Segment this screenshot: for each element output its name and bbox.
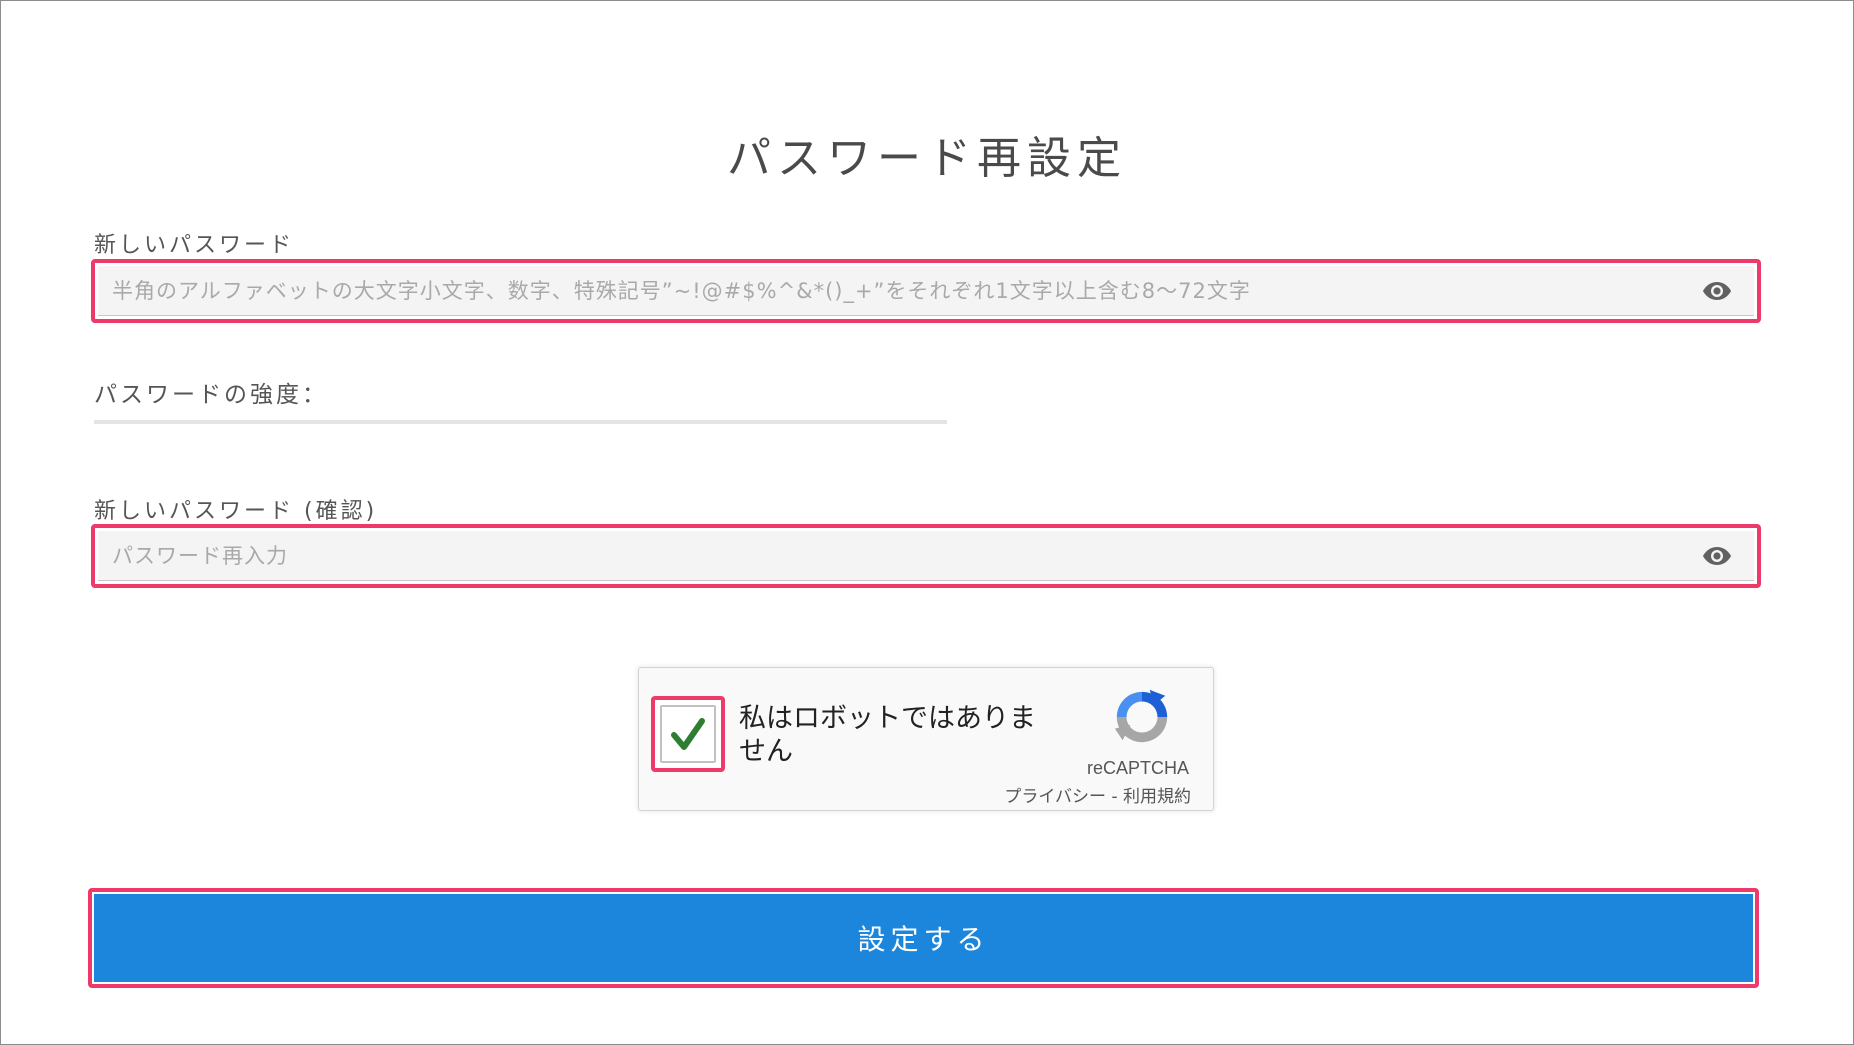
page-title: パスワード再設定 (727, 133, 1127, 185)
recaptcha-privacy-link[interactable]: プライバシー (1004, 787, 1106, 807)
recaptcha-brand: reCAPTCHA (1086, 758, 1189, 778)
submit-button[interactable]: 設定する (94, 894, 1753, 982)
password-strength-label: パスワードの強度： (94, 382, 328, 408)
confirm-password-field (91, 524, 1761, 588)
submit-button-highlight: 設定する (88, 888, 1759, 988)
recaptcha-checkbox[interactable] (660, 705, 716, 763)
new-password-field (91, 259, 1761, 323)
checkmark-icon (671, 718, 705, 750)
new-password-label: 新しいパスワード (94, 233, 295, 258)
password-strength-bar (94, 420, 947, 424)
recaptcha-widget: 私はロボットではありません reCAPTCHA プライバシー - 利用規約 (638, 667, 1214, 811)
page-frame: パスワード再設定 新しいパスワード パスワードの強度： 新しいパスワード (確認… (0, 0, 1854, 1045)
recaptcha-checkbox-highlight (651, 696, 725, 772)
recaptcha-label: 私はロボットではありません (739, 703, 1036, 767)
recaptcha-terms-link[interactable]: 利用規約 (1123, 787, 1191, 807)
eye-icon[interactable] (1702, 545, 1732, 567)
recaptcha-logo-icon (1114, 689, 1168, 743)
eye-icon[interactable] (1702, 280, 1732, 302)
new-password-input[interactable] (98, 266, 1658, 315)
confirm-password-input[interactable] (98, 531, 1658, 580)
confirm-password-label: 新しいパスワード (確認) (94, 499, 378, 524)
new-password-field-inner (98, 266, 1754, 316)
recaptcha-links: プライバシー - 利用規約 (1004, 782, 1191, 807)
confirm-password-field-inner (98, 531, 1754, 581)
recaptcha-link-separator: - (1106, 787, 1123, 807)
